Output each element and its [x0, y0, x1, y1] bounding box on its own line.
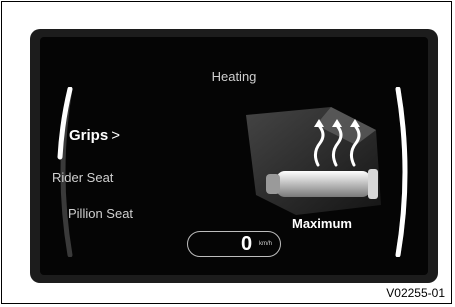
speed-value: 0	[241, 233, 253, 255]
heat-level-label: Maximum	[292, 216, 352, 231]
menu-item-grips[interactable]: Grips >	[69, 127, 120, 144]
menu-item-label: Pillion Seat	[68, 206, 134, 221]
chevron-right-icon: >	[111, 127, 120, 144]
right-arc-gauge	[395, 87, 408, 257]
menu-item-label: Rider Seat	[52, 170, 114, 185]
speed-unit: km/h	[259, 241, 273, 247]
figure-frame: Heating Grips> Rider Seat Pillion Seat	[1, 1, 452, 304]
menu-item-label: Grips	[69, 127, 109, 144]
heated-grip-icon	[246, 107, 381, 215]
menu-item-pillion-seat[interactable]: Pillion Seat	[68, 206, 133, 221]
figure-caption: V02255-01	[386, 286, 445, 300]
screen-title: Heating	[211, 69, 257, 84]
dashboard-screen: Heating Grips> Rider Seat Pillion Seat	[30, 29, 438, 283]
speedometer: 0 km/h	[187, 231, 281, 257]
menu-item-rider-seat[interactable]: Rider Seat	[52, 170, 113, 185]
